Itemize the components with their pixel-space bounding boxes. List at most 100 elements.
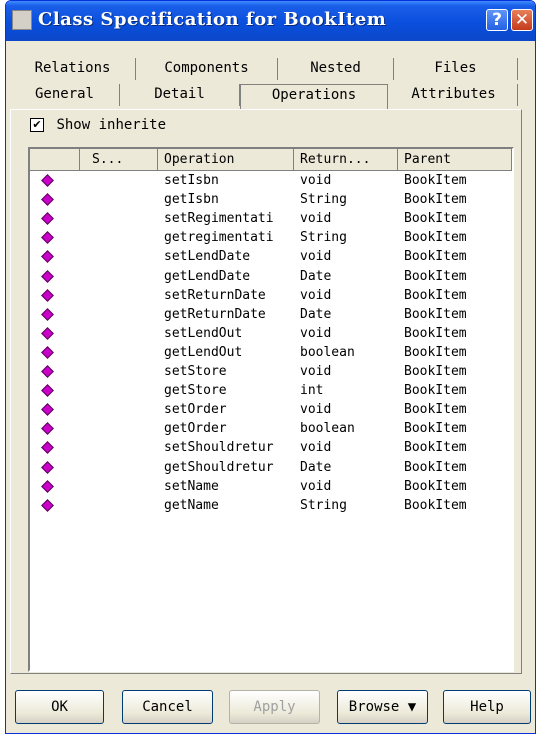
operation-return-type: void xyxy=(300,478,332,494)
col-return-header[interactable]: Return... xyxy=(294,149,398,171)
list-item[interactable]: getOrder boolean BookItem xyxy=(30,420,512,439)
operation-parent: BookItem xyxy=(404,249,467,265)
operation-parent: BookItem xyxy=(404,325,467,341)
tab-detail[interactable]: Detail xyxy=(120,84,240,106)
tab-nested[interactable]: Nested xyxy=(278,58,394,80)
operation-return-type: Date xyxy=(300,268,332,284)
operation-return-type: void xyxy=(300,364,332,379)
operation-return-type: boolean xyxy=(300,344,355,360)
operation-parent: BookItem xyxy=(404,402,467,418)
operation-diamond-icon xyxy=(41,212,54,226)
list-item[interactable]: setName void BookItem xyxy=(30,478,512,497)
list-item[interactable]: getIsbn String BookItem xyxy=(30,191,512,210)
operation-diamond-icon xyxy=(41,326,54,340)
list-item[interactable]: setOrder void BookItem xyxy=(30,401,512,420)
operation-name: getregimentati xyxy=(164,230,274,246)
list-item[interactable]: getStore int BookItem xyxy=(30,382,512,401)
tab-files[interactable]: Files xyxy=(394,58,518,80)
window-title: Class Specification for BookItem xyxy=(38,9,387,30)
operation-name: setLendOut xyxy=(164,325,243,341)
operation-parent: BookItem xyxy=(404,287,467,303)
operation-parent: BookItem xyxy=(404,421,467,437)
operation-parent: BookItem xyxy=(404,440,467,456)
operation-diamond-icon xyxy=(41,403,54,417)
operation-return-type: boolean xyxy=(300,421,355,437)
operation-name: getLendOut xyxy=(164,344,243,360)
operation-return-type: String xyxy=(300,230,347,246)
operation-name: setReturnDate xyxy=(164,287,266,303)
operation-parent: BookItem xyxy=(404,344,467,360)
operation-name: setRegimentati xyxy=(164,211,274,227)
list-item[interactable]: getregimentati String BookItem xyxy=(30,229,512,248)
list-item[interactable]: setReturnDate void BookItem xyxy=(30,287,512,306)
operation-parent: BookItem xyxy=(404,192,467,208)
operation-parent: BookItem xyxy=(404,383,467,399)
list-item[interactable]: setLendOut void BookItem xyxy=(30,325,512,344)
cancel-button[interactable]: Cancel xyxy=(122,690,213,724)
title-bar[interactable]: Class Specification for BookItem ? ✕ xyxy=(6,1,535,41)
browse-button[interactable]: Browse ▼ xyxy=(337,690,428,724)
show-inherited-label: Show inherite xyxy=(56,117,167,133)
col-icon-header[interactable] xyxy=(30,149,80,171)
list-item[interactable]: setRegimentati void BookItem xyxy=(30,210,512,229)
operation-name: setName xyxy=(164,478,219,494)
operation-parent: BookItem xyxy=(404,211,467,227)
ok-button[interactable]: OK xyxy=(15,690,104,724)
operation-diamond-icon xyxy=(41,307,54,321)
list-item[interactable]: getLendOut boolean BookItem xyxy=(30,344,512,363)
help-title-button[interactable]: ? xyxy=(486,9,508,31)
close-button[interactable]: ✕ xyxy=(511,9,533,31)
col-stereotype-header[interactable]: S... xyxy=(80,149,158,171)
col-parent-header[interactable]: Parent xyxy=(398,149,512,171)
tab-relations[interactable]: Relations xyxy=(10,58,136,80)
operation-name: setStore xyxy=(164,364,227,379)
operation-diamond-icon xyxy=(41,231,54,245)
operation-diamond-icon xyxy=(41,269,54,283)
operation-name: getLendDate xyxy=(164,268,251,284)
operation-diamond-icon xyxy=(41,460,54,474)
operation-parent: BookItem xyxy=(404,230,467,246)
list-item[interactable]: getName String BookItem xyxy=(30,497,512,516)
operation-diamond-icon xyxy=(41,479,54,493)
operation-return-type: String xyxy=(300,497,347,513)
apply-button[interactable]: Apply xyxy=(229,690,320,724)
operations-list[interactable]: S... Operation Return... Parent setIsbn v… xyxy=(28,147,514,672)
operation-parent: BookItem xyxy=(404,173,467,188)
list-item[interactable]: setStore void BookItem xyxy=(30,363,512,382)
tab-strip: Relations Components Nested Files Genera… xyxy=(10,58,520,110)
tab-components[interactable]: Components xyxy=(136,58,278,80)
operation-return-type: Date xyxy=(300,306,332,322)
list-header: S... Operation Return... Parent xyxy=(30,149,512,171)
col-operation-header[interactable]: Operation xyxy=(158,149,294,171)
operation-parent: BookItem xyxy=(404,364,467,379)
list-item[interactable]: setLendDate void BookItem xyxy=(30,248,512,267)
operation-diamond-icon xyxy=(41,288,54,302)
operation-name: getShouldretur xyxy=(164,459,274,475)
operation-name: setLendDate xyxy=(164,249,251,265)
operation-name: setIsbn xyxy=(164,173,219,188)
operation-name: setShouldretur xyxy=(164,440,274,456)
rose-app-icon xyxy=(12,10,32,30)
operation-diamond-icon xyxy=(41,422,54,436)
list-item[interactable]: setShouldretur void BookItem xyxy=(30,439,512,458)
list-item[interactable]: getReturnDate Date BookItem xyxy=(30,306,512,325)
operation-return-type: void xyxy=(300,249,332,265)
show-inherited-checkbox[interactable]: ✔ xyxy=(30,118,44,132)
tab-general[interactable]: General xyxy=(10,84,120,106)
operation-parent: BookItem xyxy=(404,497,467,513)
operation-return-type: void xyxy=(300,287,332,303)
tab-attributes[interactable]: Attributes xyxy=(390,84,518,106)
list-item[interactable]: setIsbn void BookItem xyxy=(30,172,512,191)
operation-diamond-icon xyxy=(41,441,54,455)
operation-return-type: void xyxy=(300,440,332,456)
list-item[interactable]: getLendDate Date BookItem xyxy=(30,268,512,287)
tab-operations[interactable]: Operations xyxy=(240,84,388,109)
show-inherited-option[interactable]: ✔ Show inherite xyxy=(30,117,166,137)
operation-diamond-icon xyxy=(41,250,54,264)
operation-name: getName xyxy=(164,497,219,513)
help-button[interactable]: Help xyxy=(443,690,531,724)
operation-return-type: void xyxy=(300,173,332,188)
list-item[interactable]: getShouldretur Date BookItem xyxy=(30,459,512,478)
operation-diamond-icon xyxy=(41,384,54,397)
operation-name: getStore xyxy=(164,383,227,399)
